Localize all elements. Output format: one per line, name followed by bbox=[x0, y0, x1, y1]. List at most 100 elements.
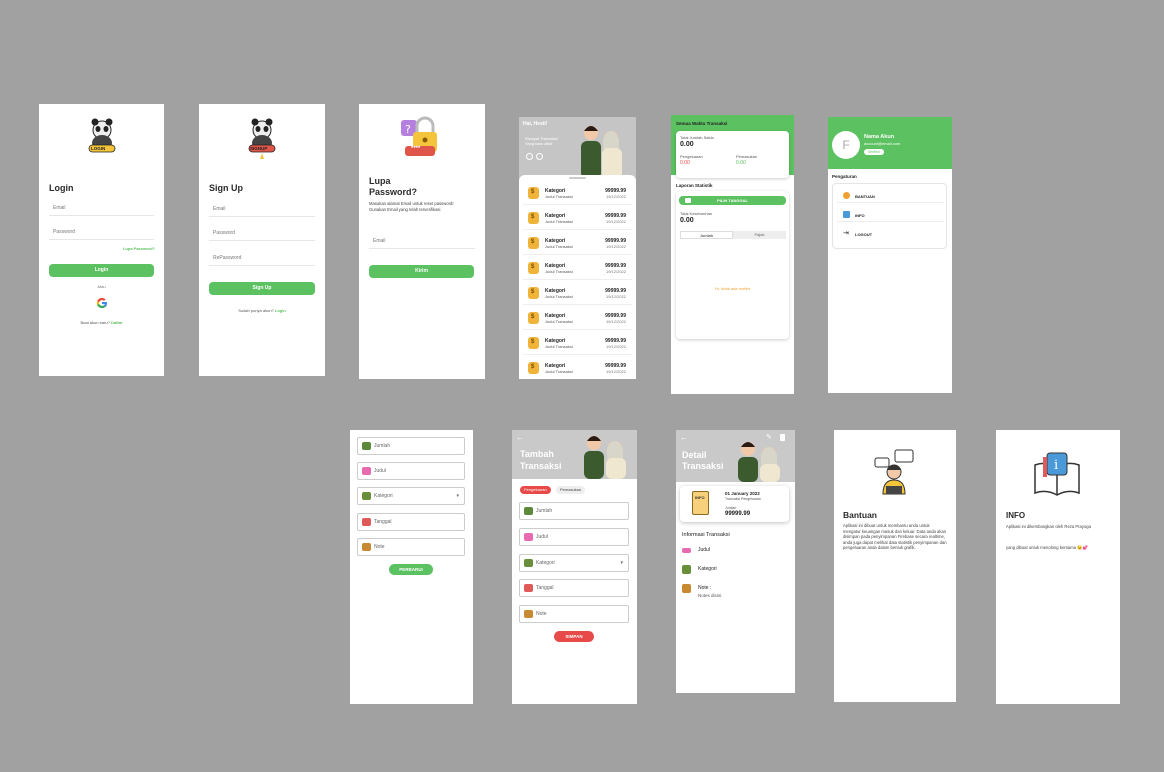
expense-label: Pengeluaran bbox=[680, 154, 703, 159]
forgot-password-screen: ? **** Lupa Password? Masukan alamat Ema… bbox=[359, 104, 485, 379]
title-field[interactable]: Judul bbox=[357, 462, 465, 480]
amount-value: 99999.99 bbox=[725, 511, 751, 517]
info-screen: i INFO Aplikasi ini dikembangkan oleh Re… bbox=[996, 430, 1120, 704]
row-title: Judul Transaksi bbox=[545, 294, 573, 299]
detail-title-row: Judul bbox=[682, 546, 782, 556]
money-bag-icon bbox=[528, 237, 539, 249]
save-button[interactable]: SIMPAN bbox=[554, 631, 594, 642]
stats-header-title: Semua Waktu Transaksi bbox=[676, 121, 728, 126]
next-arrow-icon[interactable] bbox=[536, 153, 543, 160]
money-bag-icon bbox=[528, 262, 539, 274]
couple-illustration bbox=[572, 432, 636, 479]
logo-badge-text: SIGNUP bbox=[250, 146, 268, 151]
row-title: Judul Transaksi bbox=[545, 244, 573, 249]
password-field[interactable]: Password bbox=[209, 230, 315, 241]
row-date: 19/12/2022 bbox=[605, 319, 626, 324]
transaction-row[interactable]: KategoriJudul Transaksi99999.9919/12/202… bbox=[523, 258, 632, 280]
register-link[interactable]: Daftar bbox=[111, 320, 123, 325]
transaction-row[interactable]: KategoriJudul Transaksi99999.9919/12/202… bbox=[523, 333, 632, 355]
settings-section-title: Pengaturan bbox=[832, 174, 857, 179]
back-arrow-icon[interactable]: ← bbox=[680, 433, 688, 442]
transaction-type: Transaksi Pengeluaran bbox=[725, 497, 761, 501]
amount-placeholder: Jumlah bbox=[374, 443, 391, 449]
login-button[interactable]: Login bbox=[49, 264, 154, 277]
money-bag-icon bbox=[528, 312, 539, 324]
add-title-line1: Tambah bbox=[520, 449, 554, 459]
row-title: Judul Transaksi bbox=[545, 319, 573, 324]
tab-tax[interactable]: Pajak bbox=[733, 231, 786, 239]
note-field[interactable]: Note bbox=[357, 538, 465, 556]
logout-menu-item[interactable]: ⇥ LOGOUT bbox=[837, 227, 944, 241]
stats-section-title: Laporan Statistik bbox=[676, 183, 713, 188]
prev-arrow-icon[interactable] bbox=[526, 153, 533, 160]
empty-chart-message: Yo, tidak ada mobile bbox=[714, 286, 751, 291]
pin-text: **** bbox=[411, 146, 421, 152]
forgot-title-line2: Password? bbox=[369, 187, 418, 197]
money-bag-icon bbox=[528, 362, 539, 374]
back-arrow-icon[interactable]: ← bbox=[516, 433, 524, 442]
calendar-icon bbox=[524, 584, 533, 592]
title-placeholder: Judul bbox=[536, 534, 548, 540]
email-field[interactable]: Email bbox=[369, 238, 475, 249]
login-link[interactable]: Login bbox=[275, 308, 286, 313]
amount-field[interactable]: Jumlah bbox=[357, 437, 465, 455]
transaction-row[interactable]: KategoriJudul Transaksi99999.9919/12/202… bbox=[523, 308, 632, 330]
update-button[interactable]: PERBARUI bbox=[389, 564, 433, 575]
transaction-row[interactable]: KategoriJudul Transaksi99999.9919/12/202… bbox=[523, 233, 632, 255]
drag-handle[interactable] bbox=[569, 177, 586, 179]
google-icon[interactable] bbox=[96, 296, 108, 308]
detail-summary-card: INFO 01 January 2022 Transaksi Pengeluar… bbox=[680, 486, 789, 522]
title-placeholder: Judul bbox=[374, 468, 386, 474]
money-bag-icon bbox=[528, 212, 539, 224]
detail-hero-banner: ← ✎ Detail Transaksi bbox=[676, 430, 795, 482]
signup-button[interactable]: Sign Up bbox=[209, 282, 315, 295]
forgot-title-line1: Lupa bbox=[369, 176, 391, 186]
transaction-row[interactable]: KategoriJudul Transaksi99999.9919/12/202… bbox=[523, 208, 632, 230]
transaction-row[interactable]: KategoriJudul Transaksi99999.9919/12/202… bbox=[523, 283, 632, 305]
forgot-password-link[interactable]: Lupa Password? bbox=[123, 246, 155, 251]
transaction-row[interactable]: KategoriJudul Transaksi99999.9919/12/202… bbox=[523, 358, 632, 379]
income-value: 0.00 bbox=[736, 160, 746, 166]
login-prompt: Sudah punya akun? Login bbox=[199, 308, 325, 313]
row-title: Judul Transaksi bbox=[545, 194, 573, 199]
tag-icon bbox=[524, 533, 533, 541]
note-icon bbox=[362, 543, 371, 551]
money-bag-icon bbox=[528, 187, 539, 199]
title-field[interactable]: Judul bbox=[519, 528, 629, 546]
help-menu-item[interactable]: BANTUAN bbox=[837, 189, 944, 203]
tab-expense[interactable]: Pengeluaran bbox=[520, 486, 551, 494]
category-select[interactable]: Kategori ▾ bbox=[357, 487, 465, 505]
help-body: Aplikasi ini dibuat untuk membantu anda … bbox=[843, 523, 947, 551]
tab-amount[interactable]: Jumlah bbox=[680, 231, 733, 239]
signup-title: Sign Up bbox=[209, 183, 243, 193]
date-field[interactable]: Tanggal bbox=[519, 579, 629, 597]
tab-income[interactable]: Pemasukan bbox=[556, 486, 586, 494]
hero-line-2: Yang baru diliat bbox=[525, 141, 553, 146]
total-all-value: 0.00 bbox=[680, 217, 694, 224]
help-screen: Bantuan Aplikasi ini dibuat untuk memban… bbox=[834, 430, 956, 702]
detail-title-value: Judul bbox=[698, 547, 710, 553]
transaction-row[interactable]: KategoriJudul Transaksi99999.9919/12/202… bbox=[523, 183, 632, 205]
send-button[interactable]: Kirim bbox=[369, 265, 474, 278]
lock-icon: ? **** bbox=[399, 114, 445, 160]
balance-card: Total Jumlah Saldo 0.00 Pengeluaran 0.00… bbox=[676, 131, 789, 178]
detail-note-row: Note : Notes disini. bbox=[682, 584, 782, 604]
repassword-field[interactable]: RePassword bbox=[209, 255, 315, 266]
info-menu-item[interactable]: INFO bbox=[837, 208, 944, 222]
password-field[interactable]: Password bbox=[49, 229, 154, 240]
row-date: 19/12/2022 bbox=[605, 194, 626, 199]
note-field[interactable]: Note bbox=[519, 605, 629, 623]
date-field[interactable]: Tanggal bbox=[357, 513, 465, 531]
or-label: Atau bbox=[97, 284, 106, 289]
row-date: 19/12/2022 bbox=[605, 219, 626, 224]
email-field[interactable]: Email bbox=[49, 205, 154, 216]
detail-transaction-screen: ← ✎ Detail Transaksi INFO 01 January 202… bbox=[676, 430, 795, 693]
email-field[interactable]: Email bbox=[209, 206, 315, 217]
category-select[interactable]: Kategori ▾ bbox=[519, 554, 629, 572]
account-email: account@email.com bbox=[864, 141, 901, 146]
pick-date-button[interactable]: PILIH TANGGAL bbox=[679, 196, 786, 205]
amount-field[interactable]: Jumlah bbox=[519, 502, 629, 520]
helper-person-icon bbox=[843, 192, 850, 199]
helper-person-icon bbox=[871, 448, 917, 496]
tag-icon bbox=[362, 467, 371, 475]
